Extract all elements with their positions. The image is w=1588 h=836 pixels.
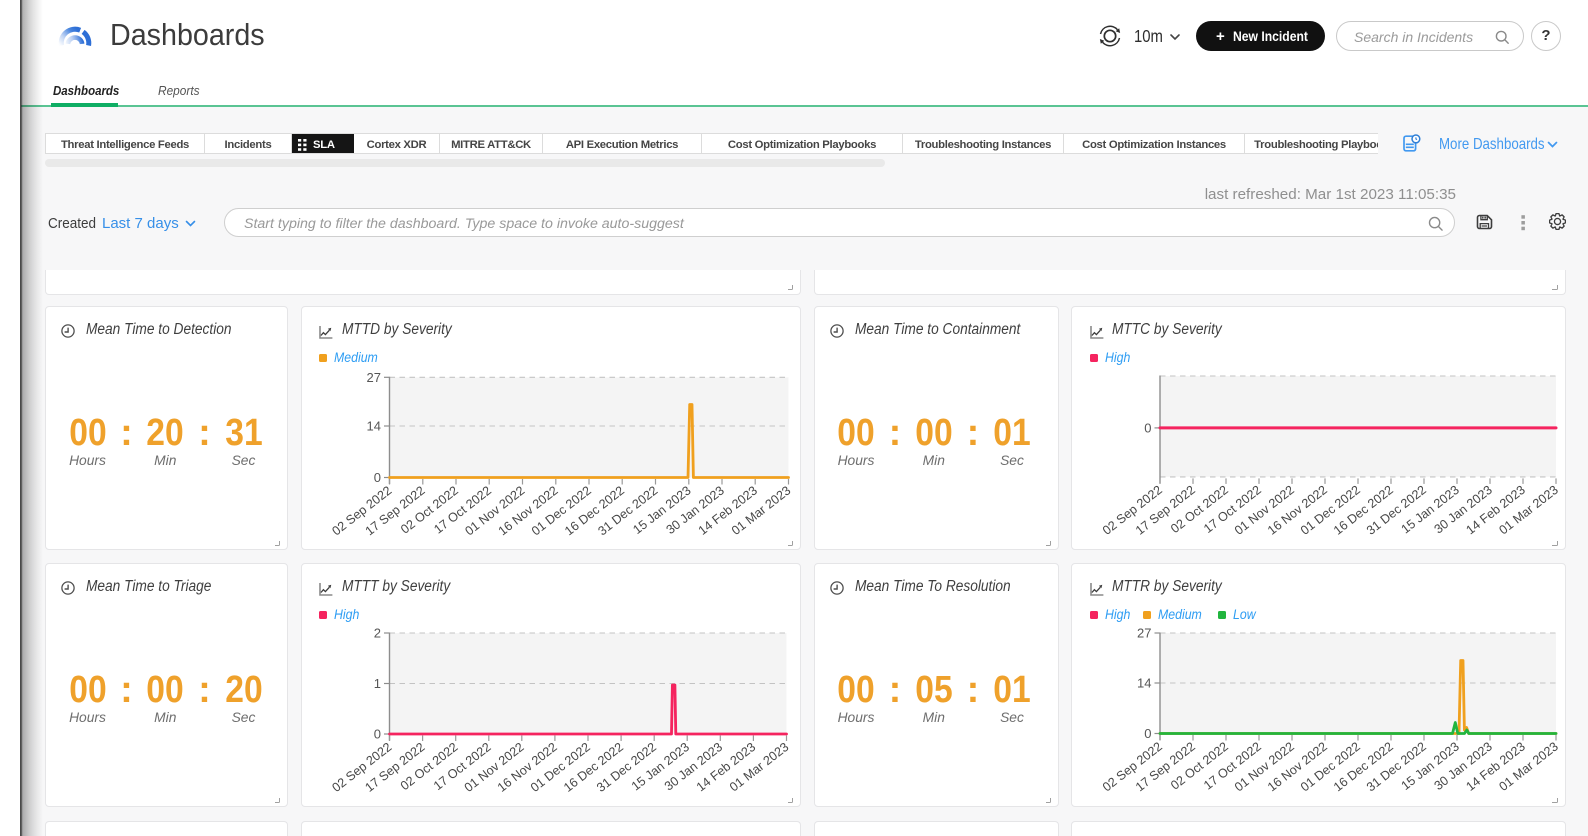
svg-text:0: 0 [373, 470, 380, 485]
svg-text:2: 2 [373, 626, 380, 641]
svg-text:0: 0 [373, 727, 380, 742]
svg-text:0: 0 [1144, 726, 1151, 741]
svg-text:1: 1 [373, 676, 380, 691]
svg-text:27: 27 [366, 369, 380, 384]
svg-text:14: 14 [366, 418, 380, 433]
svg-text:14: 14 [1137, 676, 1151, 691]
svg-text:0: 0 [1144, 420, 1151, 435]
svg-text:27: 27 [1137, 626, 1151, 641]
